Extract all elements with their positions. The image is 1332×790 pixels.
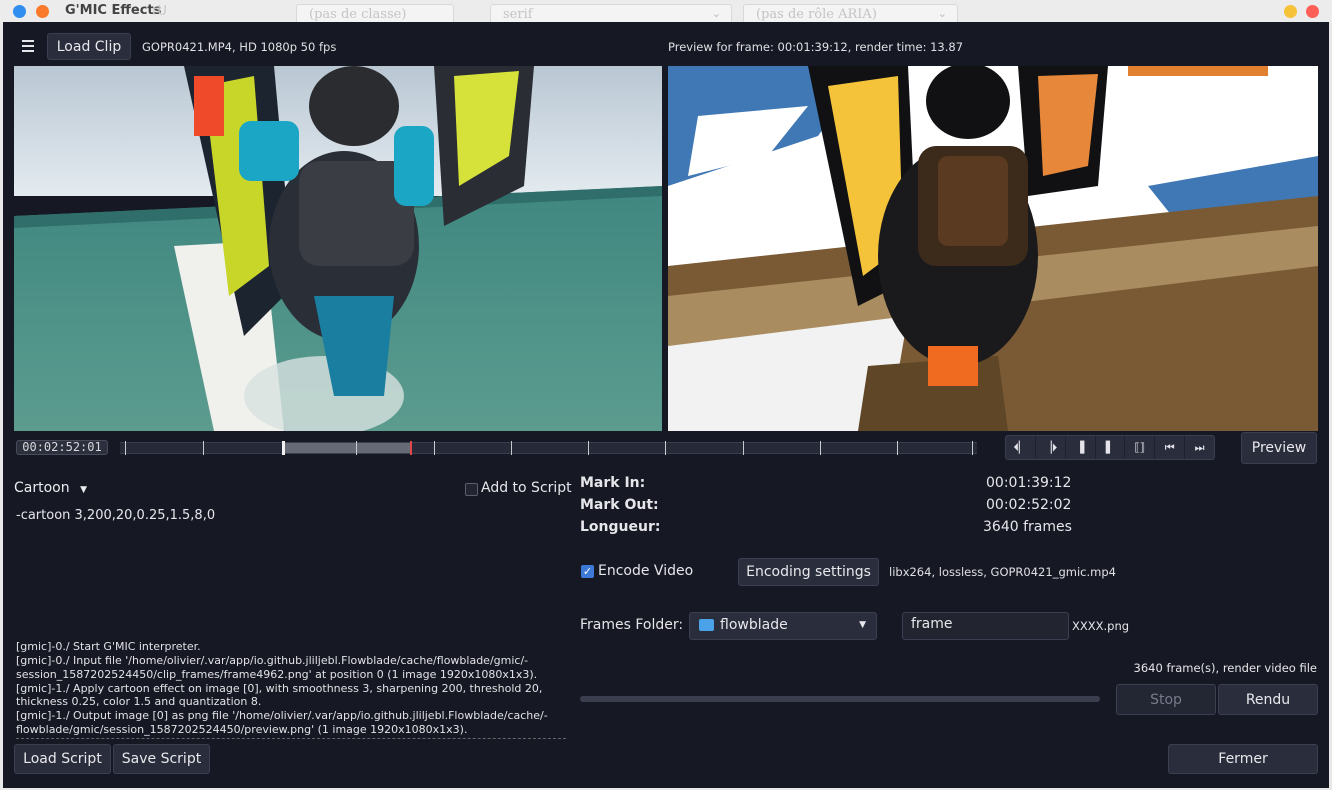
timeline-tick xyxy=(434,441,435,455)
encode-video-checkbox[interactable]: ✓ xyxy=(581,565,594,578)
add-to-script-checkbox[interactable] xyxy=(465,483,478,496)
timeline-tick xyxy=(125,441,126,455)
clip-info: GOPR0421.MP4, HD 1080p 50 fps xyxy=(142,40,337,54)
set-mark-out-icon[interactable]: ▌ xyxy=(1096,436,1126,459)
hamburger-menu-icon[interactable] xyxy=(22,40,34,52)
timeline-tick xyxy=(897,441,898,455)
frame-suffix: XXXX.png xyxy=(1072,619,1130,633)
caret-down-icon: ▼ xyxy=(859,620,866,630)
filter-command[interactable]: -cartoon 3,200,20,0.25,1.5,8,0 xyxy=(16,508,215,523)
frames-folder-chooser[interactable]: flowblade ▼ xyxy=(689,612,877,640)
preview-frame-svg xyxy=(668,66,1318,431)
chevron-down-icon: ⌄ xyxy=(711,7,721,20)
encode-video-label: Encode Video xyxy=(598,563,694,579)
log-divider xyxy=(16,738,566,742)
log-line: [gmic]-0./ Input file '/home/olivier/.va… xyxy=(16,654,538,681)
timecode-display: 00:02:52:01 xyxy=(16,440,108,455)
minimize-icon[interactable] xyxy=(1284,5,1297,18)
folder-name: flowblade xyxy=(720,617,788,633)
timeline-tick xyxy=(511,441,512,455)
set-mark-in-icon[interactable]: ▐ xyxy=(1066,436,1096,459)
timeline-scrubber[interactable] xyxy=(120,441,977,455)
close-icon[interactable] xyxy=(1306,5,1319,18)
ghost-text: rU xyxy=(152,4,167,19)
timeline-tick xyxy=(743,441,744,455)
filter-selector[interactable]: Cartoon ▼ xyxy=(14,480,87,496)
encoding-info: libx264, lossless, GOPR0421_gmic.mp4 xyxy=(889,565,1116,579)
mark-range xyxy=(282,443,410,453)
preview-button[interactable]: Preview xyxy=(1241,432,1317,464)
log-line: [gmic]-1./ Output image [0] as png file … xyxy=(16,709,548,736)
folder-icon xyxy=(699,619,714,631)
prev-frame-icon[interactable]: ⏴▏ xyxy=(1006,436,1036,459)
preview-info: Preview for frame: 00:01:39:12, render t… xyxy=(668,40,964,54)
length-value: 3640 frames xyxy=(983,519,1072,535)
goto-mark-in-icon[interactable]: ⏮ xyxy=(1155,436,1186,459)
playhead[interactable] xyxy=(410,441,412,455)
log-line: [gmic]-1./ Apply cartoon effect on image… xyxy=(16,681,543,709)
source-frame-svg xyxy=(14,66,662,431)
source-frame-image xyxy=(14,66,662,431)
mark-out-label: Mark Out: xyxy=(580,497,659,513)
load-script-button[interactable]: Load Script xyxy=(14,744,111,774)
render-button[interactable]: Rendu xyxy=(1218,684,1318,715)
preview-frame-image xyxy=(668,66,1318,431)
mark-in-value: 00:01:39:12 xyxy=(986,475,1072,491)
encoding-settings-button[interactable]: Encoding settings xyxy=(738,558,879,586)
length-label: Longueur: xyxy=(580,519,661,535)
chevron-down-icon: ⌄ xyxy=(937,7,947,20)
gmic-log: [gmic]-0./ Start G'MIC interpreter. [gmi… xyxy=(16,640,571,737)
timeline-tick xyxy=(356,441,357,455)
render-status: 3640 frame(s), render video file xyxy=(1133,661,1317,675)
close-button[interactable]: Fermer xyxy=(1168,744,1318,774)
add-to-script-label: Add to Script xyxy=(481,480,572,496)
clear-marks-icon[interactable]: ⟦⟧ xyxy=(1125,436,1156,459)
render-progress-bar xyxy=(580,696,1100,702)
frame-name-input[interactable]: frame xyxy=(902,612,1069,640)
load-clip-button[interactable]: Load Clip xyxy=(47,33,131,60)
mark-out-value: 00:02:52:02 xyxy=(986,497,1072,513)
transport-controls: ⏴▏ ▕⏵ ▐ ▌ ⟦⟧ ⏮ ⏭ xyxy=(1005,435,1215,460)
timeline-tick xyxy=(203,441,204,455)
gmic-effects-window: Load Clip GOPR0421.MP4, HD 1080p 50 fps … xyxy=(3,22,1329,788)
timeline-tick xyxy=(820,441,821,455)
window-title: G'MIC Effects xyxy=(65,3,162,18)
log-line: [gmic]-0./ Start G'MIC interpreter. xyxy=(16,640,201,653)
timeline-tick xyxy=(972,441,973,455)
save-script-button[interactable]: Save Script xyxy=(113,744,210,774)
frames-folder-label: Frames Folder: xyxy=(580,617,684,633)
timeline-tick xyxy=(665,441,666,455)
mark-in-label: Mark In: xyxy=(580,475,646,491)
filter-name: Cartoon xyxy=(14,480,70,496)
titlebar: G'MIC Effects rU (pas de classe) serif ⌄ … xyxy=(0,0,1332,26)
goto-mark-out-icon[interactable]: ⏭ xyxy=(1185,436,1214,459)
next-frame-icon[interactable]: ▕⏵ xyxy=(1036,436,1066,459)
stop-button[interactable]: Stop xyxy=(1116,684,1216,715)
window-close-icon[interactable] xyxy=(36,5,49,18)
window-control-icon[interactable] xyxy=(13,5,26,18)
mark-in-marker[interactable] xyxy=(282,441,285,455)
timeline-tick xyxy=(588,441,589,455)
caret-down-icon: ▼ xyxy=(80,485,87,495)
